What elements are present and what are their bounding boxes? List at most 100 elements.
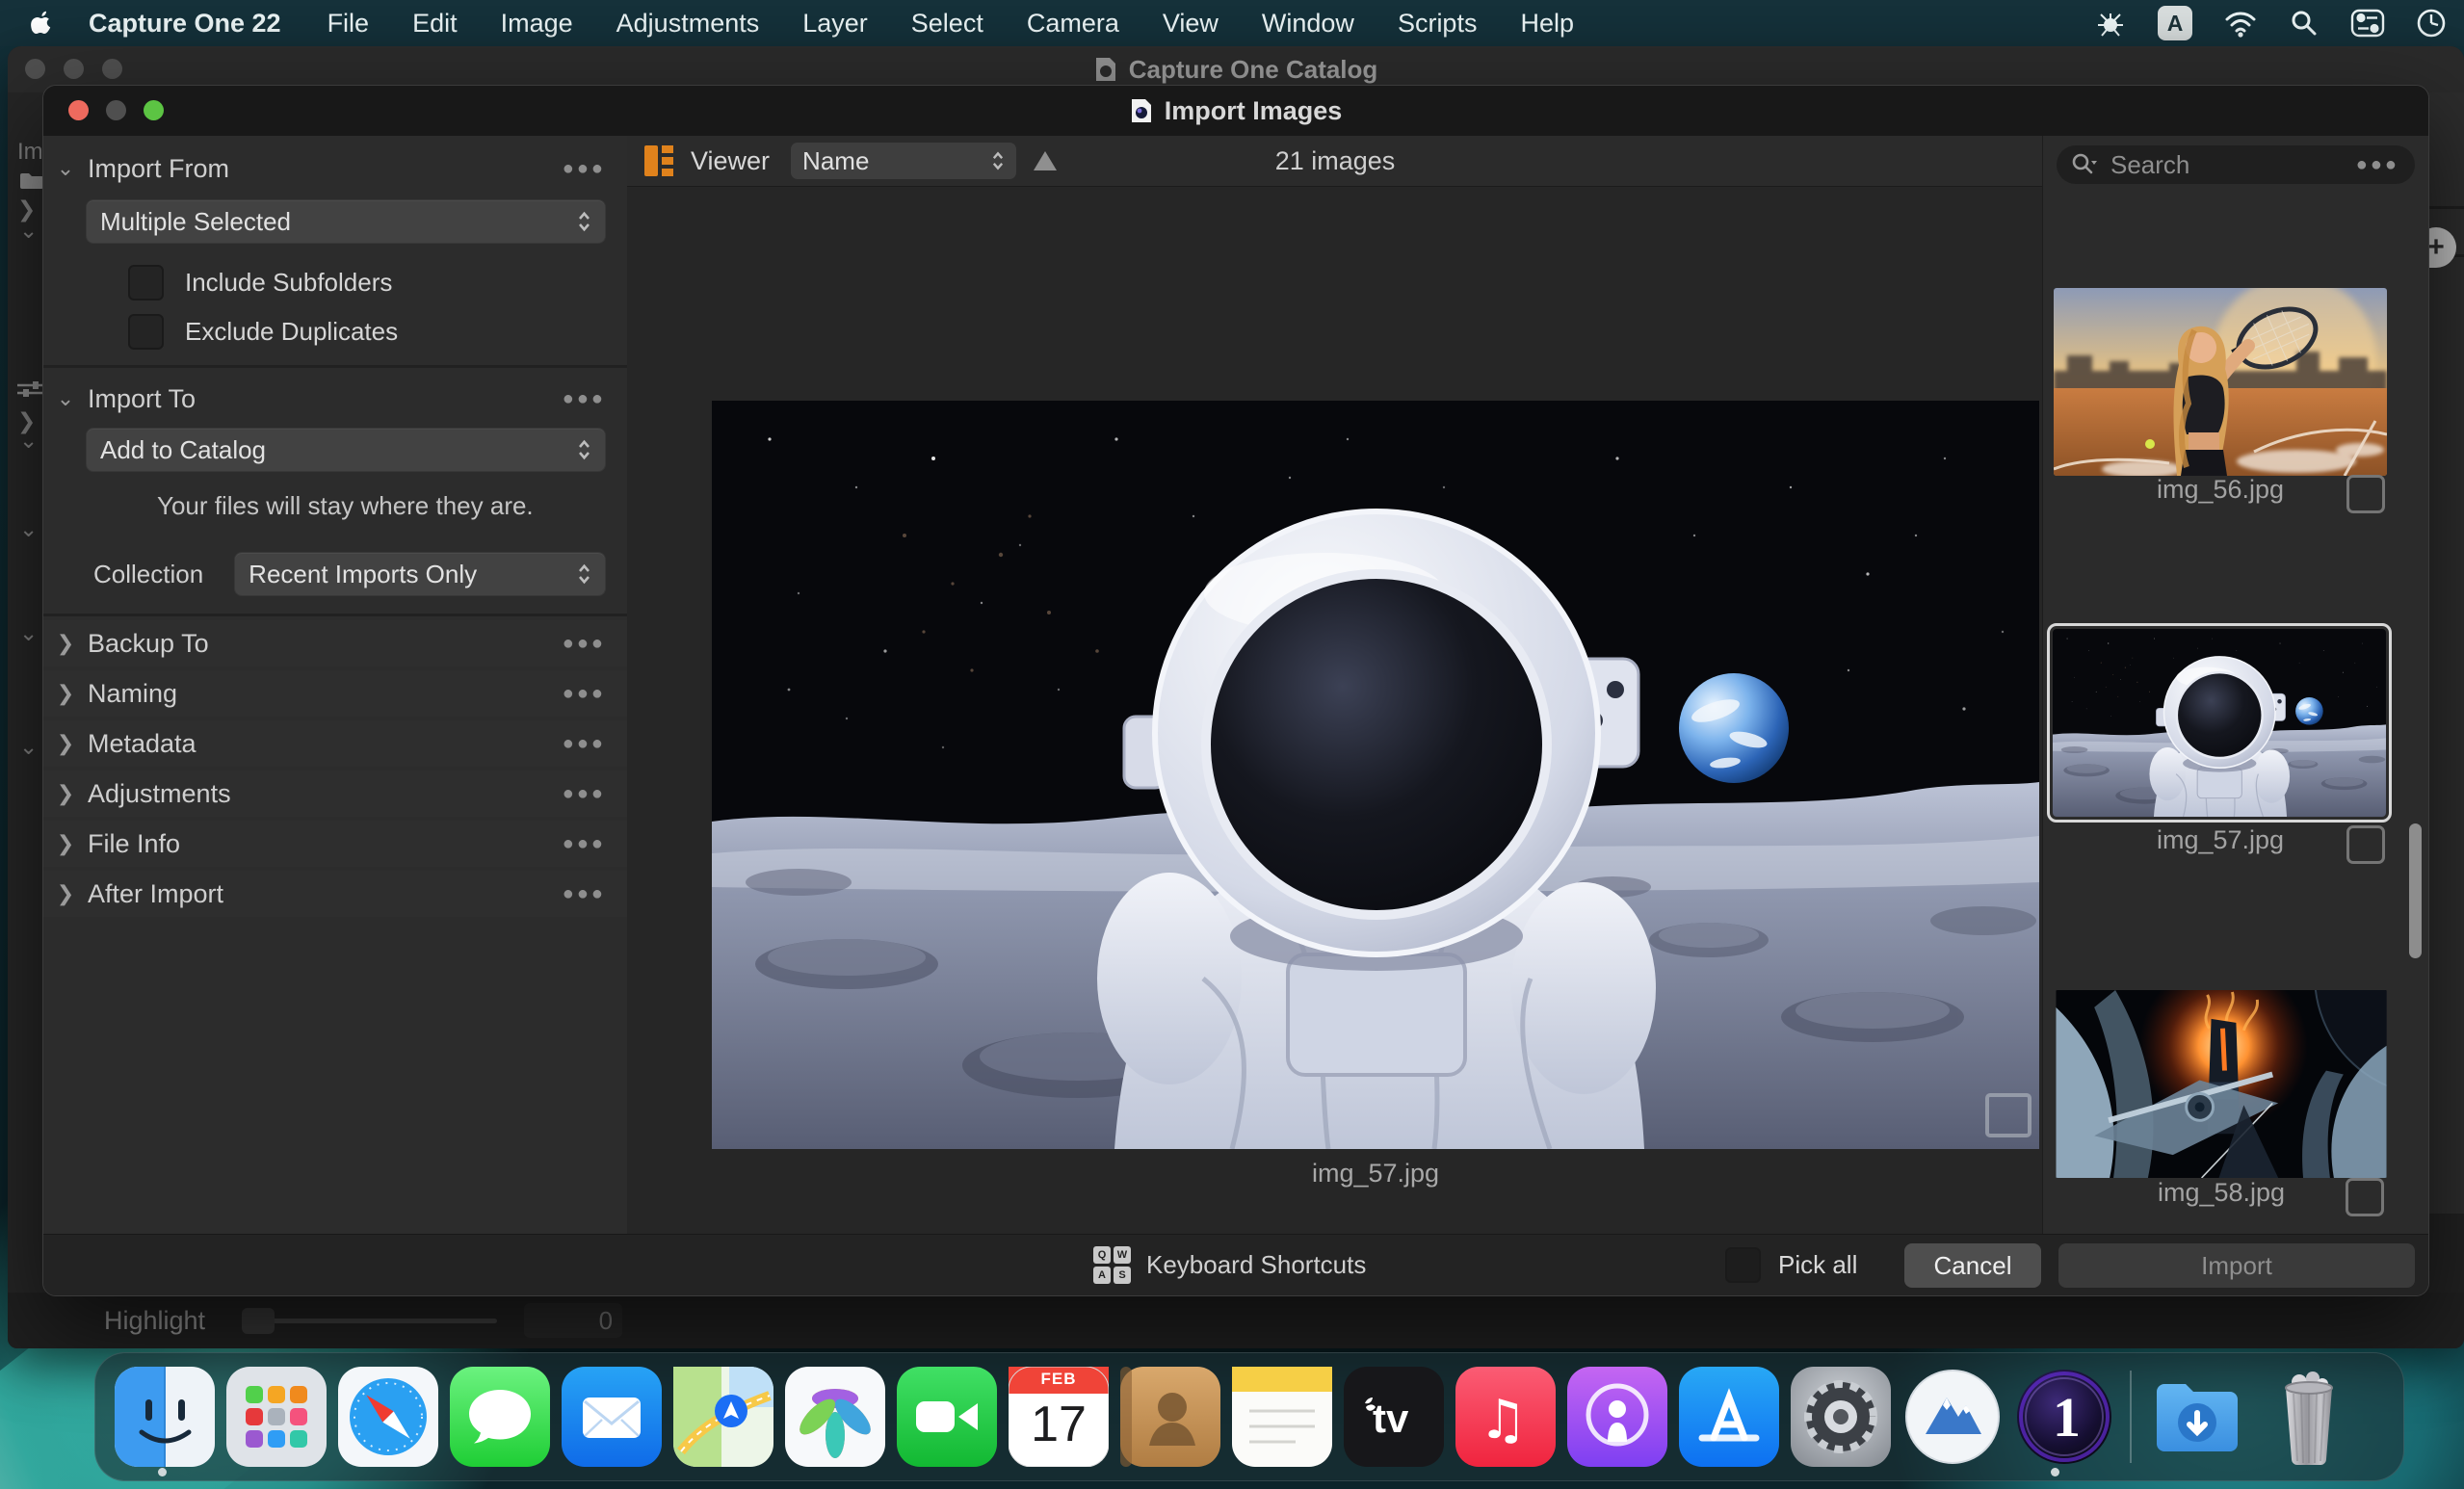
dock-capture-one-icon[interactable]: 1 [2014, 1367, 2114, 1467]
dock-launchpad-icon[interactable] [226, 1367, 327, 1467]
section-file-info[interactable]: ❯ File Info ●●● [43, 821, 627, 867]
menu-help[interactable]: Help [1520, 9, 1574, 39]
dock-maps-icon[interactable] [673, 1367, 773, 1467]
dock-finder-icon[interactable] [115, 1367, 215, 1467]
chevron-down-icon[interactable]: ⌄ [19, 734, 38, 760]
pick-all-checkbox[interactable] [1725, 1247, 1761, 1283]
dock-appletv-icon[interactable]: tv [1344, 1367, 1444, 1467]
chevron-right-icon[interactable]: ❯ [43, 781, 88, 806]
chevron-down-icon[interactable]: ⌄ [43, 386, 88, 411]
apple-menu[interactable] [31, 10, 54, 37]
menu-view[interactable]: View [1163, 9, 1219, 39]
dock-appstore-icon[interactable] [1679, 1367, 1779, 1467]
wifi-icon[interactable] [2223, 7, 2258, 39]
chevron-down-icon[interactable]: ⌄ [19, 620, 38, 646]
chevron-right-icon[interactable]: ❯ [43, 681, 88, 706]
dock-system-preferences-icon[interactable] [1791, 1367, 1891, 1467]
import-to-header[interactable]: ⌄ Import To ●●● [43, 374, 627, 424]
thumbnail-filename: img_56.jpg [2054, 475, 2387, 505]
control-center-icon[interactable] [2350, 9, 2385, 38]
clock-icon[interactable] [2416, 8, 2447, 39]
highlight-slider-thumb[interactable] [242, 1308, 275, 1334]
section-after-import[interactable]: ❯ After Import ●●● [43, 871, 627, 917]
more-options-icon[interactable]: ●●● [563, 683, 606, 705]
dock-messages-icon[interactable] [450, 1367, 550, 1467]
import-destination-select[interactable]: Add to Catalog [86, 428, 606, 472]
dock-notes-icon[interactable] [1232, 1367, 1332, 1467]
sort-by-select[interactable]: Name [791, 143, 1016, 179]
menu-window[interactable]: Window [1262, 9, 1354, 39]
chevron-down-icon[interactable]: ⌄ [19, 428, 38, 454]
key-a: A [1093, 1267, 1111, 1284]
chevron-right-icon[interactable]: ❯ [43, 881, 88, 906]
thumbnail-pick-checkbox[interactable] [2346, 1178, 2384, 1216]
cancel-button[interactable]: Cancel [1904, 1243, 2041, 1288]
dock-facetime-icon[interactable] [897, 1367, 997, 1467]
import-button[interactable]: Import [2058, 1243, 2415, 1288]
section-naming[interactable]: ❯ Naming ●●● [43, 670, 627, 717]
chevron-down-icon[interactable]: ⌄ [19, 218, 38, 244]
spotlight-search-icon[interactable] [2289, 8, 2320, 39]
search-field[interactable]: Search ●●● [2057, 145, 2415, 184]
thumbnail-pick-checkbox[interactable] [2346, 475, 2385, 513]
chevron-down-icon[interactable]: ⌄ [19, 516, 38, 542]
section-adjustments[interactable]: ❯ Adjustments ●●● [43, 771, 627, 817]
thumbnail-img-57-selected[interactable] [2047, 623, 2392, 823]
thumbnail-image [2053, 629, 2386, 817]
thumbnail-img-56[interactable] [2054, 288, 2387, 476]
more-options-icon[interactable]: ●●● [563, 633, 606, 655]
sort-ascending-icon[interactable] [1034, 151, 1057, 170]
dock-downloads-icon[interactable] [2147, 1367, 2247, 1467]
dock-trash-icon[interactable] [2259, 1367, 2359, 1467]
search-options-icon[interactable]: ●●● [2356, 154, 2399, 176]
menu-file[interactable]: File [328, 9, 370, 39]
photo-pick-checkbox[interactable] [1985, 1093, 2031, 1137]
menu-adjustments[interactable]: Adjustments [616, 9, 760, 39]
viewer-photo[interactable] [712, 401, 2039, 1149]
dock-music-icon[interactable]: ♫ [1455, 1367, 1556, 1467]
keyboard-shortcuts-label[interactable]: Keyboard Shortcuts [1146, 1250, 1366, 1280]
include-subfolders-checkbox[interactable] [128, 265, 164, 300]
section-backup-to[interactable]: ❯ Backup To ●●● [43, 620, 627, 666]
app-menu-title[interactable]: Capture One 22 [89, 9, 281, 39]
section-metadata[interactable]: ❯ Metadata ●●● [43, 720, 627, 767]
viewer-mode-icon[interactable] [642, 143, 677, 179]
dock-photo-app-icon[interactable] [1902, 1367, 2003, 1467]
menu-edit[interactable]: Edit [412, 9, 458, 39]
dock-photos-icon[interactable] [785, 1367, 885, 1467]
more-options-icon[interactable]: ●●● [563, 733, 606, 755]
more-options-icon[interactable]: ●●● [563, 883, 606, 905]
menu-layer[interactable]: Layer [802, 9, 868, 39]
dock-calendar-icon[interactable]: FEB 17 [1009, 1367, 1109, 1467]
dock-mail-icon[interactable] [562, 1367, 662, 1467]
menu-select[interactable]: Select [911, 9, 983, 39]
exclude-duplicates-checkbox[interactable] [128, 314, 164, 350]
input-source-icon[interactable]: A [2158, 6, 2192, 40]
collection-select[interactable]: Recent Imports Only [234, 552, 606, 596]
chevron-right-icon[interactable]: ❯ [43, 731, 88, 756]
browser-scrollbar[interactable] [2409, 823, 2422, 958]
antivirus-icon[interactable] [2094, 7, 2127, 39]
thumbnail-img-58[interactable] [2055, 990, 2388, 1178]
import-source-select[interactable]: Multiple Selected [86, 199, 606, 244]
thumbnail-pick-checkbox[interactable] [2346, 825, 2385, 864]
search-icon [2070, 151, 2099, 178]
more-options-icon[interactable]: ●●● [563, 783, 606, 805]
highlight-value[interactable]: 0 [524, 1303, 622, 1338]
include-subfolders-row: Include Subfolders [128, 265, 627, 300]
dock-contacts-icon[interactable] [1120, 1367, 1220, 1467]
menu-scripts[interactable]: Scripts [1398, 9, 1478, 39]
more-options-icon[interactable]: ●●● [563, 833, 606, 855]
more-options-icon[interactable]: ●●● [563, 388, 606, 410]
chevron-right-icon[interactable]: ❯ [43, 631, 88, 656]
menu-image[interactable]: Image [501, 9, 573, 39]
more-options-icon[interactable]: ●●● [563, 158, 606, 180]
dock-podcasts-icon[interactable] [1567, 1367, 1667, 1467]
highlight-slider[interactable] [242, 1319, 497, 1323]
chevron-down-icon[interactable]: ⌄ [43, 156, 88, 181]
dock-safari-icon[interactable] [338, 1367, 438, 1467]
menu-camera[interactable]: Camera [1027, 9, 1119, 39]
svg-text:1: 1 [2053, 1386, 2081, 1449]
chevron-right-icon[interactable]: ❯ [43, 831, 88, 856]
import-from-header[interactable]: ⌄ Import From ●●● [43, 144, 627, 194]
